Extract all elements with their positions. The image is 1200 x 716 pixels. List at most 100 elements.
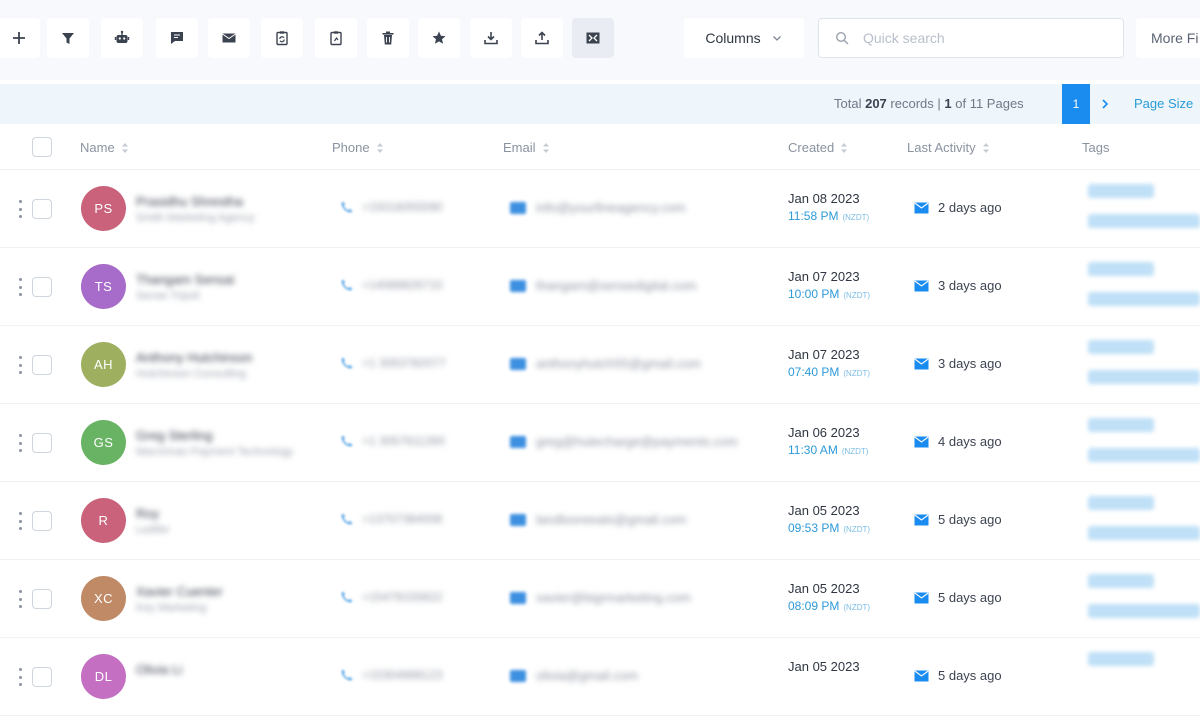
filter-button[interactable]: [47, 18, 89, 58]
mail-icon: [914, 280, 929, 291]
email-cell[interactable]: xavier@bigrmarketing.com: [510, 590, 691, 605]
copy-button[interactable]: [261, 18, 303, 58]
email-cell[interactable]: info@yourfineagency.com: [510, 200, 686, 215]
email-cell[interactable]: thangam@sensedigital.com: [510, 278, 697, 293]
contact-name[interactable]: Thangam Sensai Sense Tripoli: [136, 272, 234, 302]
row-checkbox[interactable]: [32, 277, 52, 297]
tag-badge[interactable]: [1088, 340, 1154, 354]
tag-badge[interactable]: [1088, 496, 1154, 510]
tag-badge[interactable]: [1088, 448, 1200, 462]
import-button[interactable]: [470, 18, 512, 58]
tag-badge[interactable]: [1088, 604, 1200, 618]
avatar[interactable]: TS: [81, 264, 126, 309]
tag-badge[interactable]: [1088, 418, 1154, 432]
tag-badge[interactable]: [1088, 574, 1154, 588]
add-button[interactable]: [0, 18, 40, 58]
tag-badge[interactable]: [1088, 292, 1200, 306]
avatar[interactable]: PS: [81, 186, 126, 231]
phone-cell[interactable]: +14088826710: [340, 278, 442, 292]
avatar[interactable]: XC: [81, 576, 126, 621]
row-checkbox[interactable]: [32, 355, 52, 375]
column-header-created[interactable]: Created: [788, 140, 848, 155]
phone-cell[interactable]: +1 3057611260: [340, 434, 445, 448]
table-row[interactable]: XC Xavier Cuenter Key Marketing +1547915…: [0, 560, 1200, 638]
contact-name[interactable]: Xavier Cuenter Key Marketing: [136, 584, 223, 614]
chevron-right-icon: [1102, 99, 1109, 109]
trash-icon: [382, 31, 394, 45]
phone-cell[interactable]: +1 3053782077: [340, 356, 446, 370]
last-activity-cell: 3 days ago: [914, 356, 1002, 371]
drag-handle-icon[interactable]: [17, 668, 23, 686]
row-checkbox[interactable]: [32, 199, 52, 219]
next-page-button[interactable]: [1098, 96, 1112, 112]
tag-badge[interactable]: [1088, 214, 1200, 228]
page-1-button[interactable]: 1: [1062, 84, 1090, 124]
merge-icon: [586, 32, 600, 44]
drag-handle-icon[interactable]: [17, 590, 23, 608]
tag-badge[interactable]: [1088, 184, 1154, 198]
tag-badge[interactable]: [1088, 652, 1154, 666]
email-cell[interactable]: olivia@gmail.com: [510, 668, 638, 683]
favorite-button[interactable]: [418, 18, 460, 58]
column-header-last-activity[interactable]: Last Activity: [907, 140, 990, 155]
mail-icon: [510, 357, 526, 370]
table-row[interactable]: DL Olivia Li +15304998123 olivia@gmail.c…: [0, 638, 1200, 716]
email-cell[interactable]: anthonyhutch55@gmail.com: [510, 356, 701, 371]
tag-badge[interactable]: [1088, 262, 1154, 276]
contact-name[interactable]: Roy Ledifer: [136, 506, 170, 536]
table-row[interactable]: AH Anthony Hutchinson Hutchinson Consult…: [0, 326, 1200, 404]
phone-cell[interactable]: +15479155822: [340, 590, 442, 604]
contact-name[interactable]: Olivia Li: [136, 662, 182, 680]
avatar[interactable]: GS: [81, 420, 126, 465]
email-button[interactable]: [208, 18, 250, 58]
email-cell[interactable]: landlooreeats@gmail.com: [510, 512, 687, 527]
bot-button[interactable]: [101, 18, 143, 58]
phone-icon: [341, 669, 353, 681]
avatar[interactable]: DL: [81, 654, 126, 699]
more-filters-button[interactable]: More Fi: [1136, 18, 1200, 58]
plus-icon: [13, 32, 25, 44]
table-row[interactable]: GS Greg Sterling Marchman Payment Techno…: [0, 404, 1200, 482]
phone-cell[interactable]: +15304998123: [340, 668, 442, 682]
search-input[interactable]: [861, 29, 1101, 47]
select-all-checkbox[interactable]: [32, 137, 52, 157]
drag-handle-icon[interactable]: [17, 434, 23, 452]
mail-icon: [510, 435, 526, 448]
drag-handle-icon[interactable]: [17, 278, 23, 296]
message-button[interactable]: [156, 18, 198, 58]
column-header-name[interactable]: Name: [80, 140, 129, 155]
email-cell[interactable]: greg@hutecharge@payments.com: [510, 434, 738, 449]
column-header-tags[interactable]: Tags: [1082, 140, 1109, 155]
row-checkbox[interactable]: [32, 667, 52, 687]
export-button[interactable]: [521, 18, 563, 58]
row-checkbox[interactable]: [32, 589, 52, 609]
delete-button[interactable]: [367, 18, 409, 58]
row-checkbox[interactable]: [32, 511, 52, 531]
avatar[interactable]: AH: [81, 342, 126, 387]
drag-handle-icon[interactable]: [17, 200, 23, 218]
avatar[interactable]: R: [81, 498, 126, 543]
merge-button[interactable]: [572, 18, 614, 58]
page-size-selector[interactable]: Page Size: [1134, 96, 1193, 111]
column-header-phone[interactable]: Phone: [332, 140, 384, 155]
tag-badge[interactable]: [1088, 370, 1200, 384]
toolbar: Columns More Fi: [0, 0, 1200, 80]
phone-cell[interactable]: +13707384006: [340, 512, 442, 526]
contact-name[interactable]: Greg Sterling Marchman Payment Technolog…: [136, 428, 293, 458]
phone-cell[interactable]: +15016055590: [340, 200, 442, 214]
columns-dropdown[interactable]: Columns: [684, 18, 804, 58]
drag-handle-icon[interactable]: [17, 512, 23, 530]
column-header-email[interactable]: Email: [503, 140, 550, 155]
tag-badge[interactable]: [1088, 526, 1200, 540]
table-row[interactable]: PS Prasidhu Shrestha Smith Marketing Age…: [0, 170, 1200, 248]
last-activity-cell: 4 days ago: [914, 434, 1002, 449]
table-row[interactable]: R Roy Ledifer +13707384006 landlooreeats…: [0, 482, 1200, 560]
contact-name[interactable]: Anthony Hutchinson Hutchinson Consulting: [136, 350, 252, 380]
phone-icon: [341, 357, 353, 369]
table-row[interactable]: TS Thangam Sensai Sense Tripoli +1408882…: [0, 248, 1200, 326]
clipboard-button[interactable]: [315, 18, 357, 58]
contact-name[interactable]: Prasidhu Shrestha Smith Marketing Agency: [136, 194, 255, 224]
drag-handle-icon[interactable]: [17, 356, 23, 374]
row-checkbox[interactable]: [32, 433, 52, 453]
download-icon: [484, 32, 498, 45]
